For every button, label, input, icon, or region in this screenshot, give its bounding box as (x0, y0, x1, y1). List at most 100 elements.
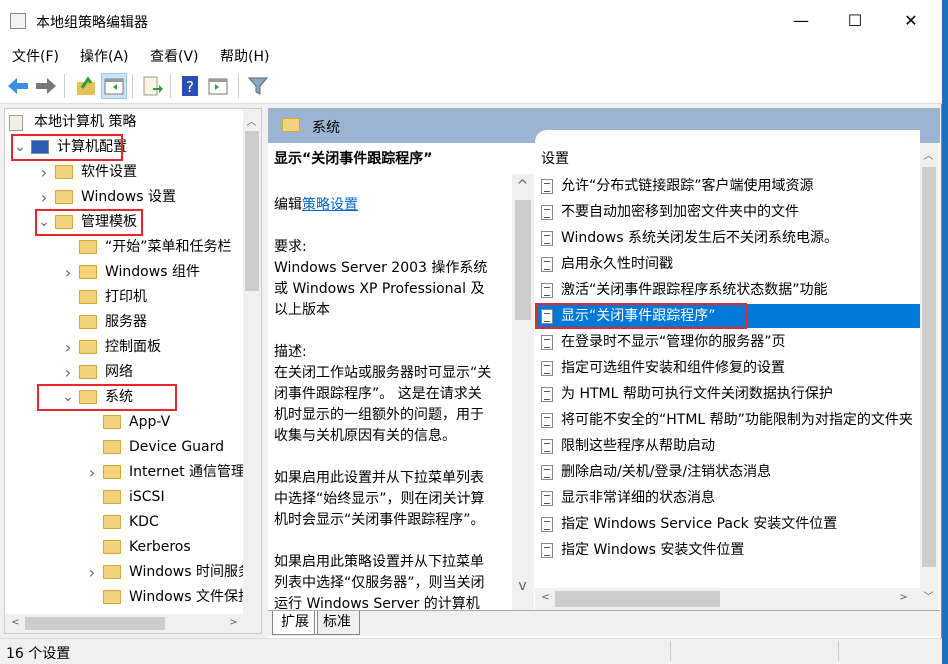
folder-icon (79, 265, 97, 279)
back-icon[interactable] (6, 74, 30, 98)
scroll-thumb[interactable] (25, 617, 165, 630)
setting-row[interactable]: 激活“关闭事件跟踪程序系统状态数据”功能 (537, 278, 920, 302)
forward-icon[interactable] (34, 74, 58, 98)
folder-icon (79, 290, 97, 304)
scroll-down-arrow[interactable]: v (514, 578, 531, 594)
tree-item[interactable]: › Internet 通信管理 (5, 460, 245, 485)
tab-extended[interactable]: 扩展 (272, 611, 318, 635)
scroll-thumb[interactable] (555, 591, 720, 607)
tree-item[interactable]: › Windows 设置 (5, 185, 243, 210)
setting-row[interactable]: Windows 系统关闭发生后不关闭系统电源。 (537, 226, 920, 250)
up-folder-icon[interactable] (74, 74, 98, 98)
settings-list: 设置 允许“分布式链接跟踪”客户端使用域资源 不要自动加密移到加密文件夹中的文件 W… (535, 130, 920, 610)
tree-item[interactable]: 打印机 (5, 285, 243, 310)
list-vertical-scrollbar[interactable]: ︿ ﹀ (920, 143, 938, 610)
menu-view[interactable]: 查看(V) (150, 46, 199, 66)
setting-row[interactable]: 允许“分布式链接跟踪”客户端使用域资源 (537, 174, 920, 198)
chevron-right-icon[interactable]: › (86, 560, 98, 585)
details-pane: 系统 显示“关闭事件跟踪程序” 编辑策略设置 要求: Windows Server… (268, 108, 940, 638)
chevron-right-icon[interactable]: › (38, 160, 50, 185)
tree-item[interactable]: › Windows 时间服务 (5, 560, 252, 585)
chevron-right-icon[interactable]: › (62, 260, 74, 285)
policy-setting-icon (541, 517, 553, 532)
policy-setting-icon (541, 543, 553, 558)
scroll-up-arrow[interactable]: ^ (514, 178, 531, 194)
tree-vertical-scrollbar[interactable]: ︿ (243, 109, 261, 614)
tree-item[interactable]: Windows 文件保护 (5, 585, 252, 610)
toolbar-separator (170, 74, 171, 98)
scroll-left-arrow[interactable]: < (7, 617, 24, 628)
toolbar-separator (132, 74, 133, 98)
scroll-up-arrow[interactable]: ︿ (920, 147, 937, 162)
description-line: 机时显示的一组额外的问题，用于 (274, 407, 484, 423)
status-divider (670, 641, 671, 661)
show-hide-action-pane-icon[interactable] (206, 74, 230, 98)
description-line: 收集与关机原因有关的信息。 (274, 428, 456, 444)
scroll-thumb[interactable] (922, 167, 936, 567)
export-list-icon[interactable] (140, 74, 164, 98)
setting-name: 指定可选组件安装和组件修复的设置 (561, 360, 785, 376)
scroll-thumb[interactable] (245, 131, 259, 291)
column-header-setting[interactable]: 设置 (541, 148, 569, 168)
chevron-right-icon[interactable]: › (86, 460, 98, 485)
close-button[interactable]: ✕ (888, 0, 934, 42)
menu-help[interactable]: 帮助(H) (220, 46, 269, 66)
setting-row[interactable]: 不要自动加密移到加密文件夹中的文件 (537, 200, 920, 224)
tree-item[interactable]: KDC (5, 510, 243, 535)
description-scrollbar[interactable]: ^ v (512, 174, 534, 610)
tree-item[interactable]: › Windows 组件 (5, 260, 243, 285)
setting-row[interactable]: 为 HTML 帮助可执行文件关闭数据执行保护 (537, 382, 920, 406)
setting-row[interactable]: 指定 Windows 安装文件位置 (537, 538, 920, 562)
setting-row[interactable]: 指定 Windows Service Pack 安装文件位置 (537, 512, 920, 536)
scroll-right-arrow[interactable]: > (225, 617, 242, 628)
policy-setting-icon (541, 491, 553, 506)
scroll-left-arrow[interactable]: < (537, 592, 554, 603)
tree-item[interactable]: › 控制面板 (5, 335, 243, 360)
setting-row[interactable]: 启用永久性时间戳 (537, 252, 920, 276)
toolbar: ? (0, 68, 942, 104)
chevron-right-icon[interactable]: › (62, 335, 74, 360)
tree-item[interactable]: 本地计算机 策略 (5, 110, 243, 135)
folder-icon (282, 118, 300, 132)
menu-action[interactable]: 操作(A) (80, 46, 129, 66)
setting-row[interactable]: 删除启动/关机/登录/注销状态消息 (537, 460, 920, 484)
show-hide-tree-icon[interactable] (101, 73, 127, 99)
tab-standard[interactable]: 标准 (314, 611, 360, 635)
help-icon[interactable]: ? (178, 74, 202, 98)
setting-row[interactable]: 显示非常详细的状态消息 (537, 486, 920, 510)
chevron-right-icon[interactable]: › (62, 360, 74, 385)
scroll-right-arrow[interactable]: > (895, 592, 912, 603)
edit-policy-link[interactable]: 策略设置 (302, 197, 358, 213)
scroll-thumb[interactable] (515, 200, 531, 320)
setting-name: 指定 Windows 安装文件位置 (561, 542, 745, 558)
setting-name: 限制这些程序从帮助启动 (561, 438, 715, 454)
tree-item[interactable]: › 软件设置 (5, 160, 243, 185)
minimize-button[interactable]: — (778, 0, 824, 42)
setting-row[interactable]: 在登录时不显示“管理你的服务器”页 (537, 330, 920, 354)
menu-bar: 文件(F) 操作(A) 查看(V) 帮助(H) (0, 42, 942, 68)
tree-item[interactable]: “开始”菜单和任务栏 (5, 235, 243, 260)
scroll-up-arrow[interactable]: ︿ (243, 113, 260, 128)
tree-item[interactable]: Device Guard (5, 435, 243, 460)
setting-row[interactable]: 将可能不安全的“HTML 帮助”功能限制为对指定的文件夹 (537, 408, 920, 432)
tree-item[interactable]: › 网络 (5, 360, 243, 385)
scroll-down-arrow[interactable]: ﹀ (920, 588, 937, 603)
chevron-right-icon[interactable]: › (38, 185, 50, 210)
tree-item[interactable]: Kerberos (5, 535, 243, 560)
list-horizontal-scrollbar[interactable]: < > (535, 588, 920, 610)
tree-item[interactable]: iSCSI (5, 485, 243, 510)
filter-icon[interactable] (246, 74, 270, 98)
setting-row[interactable]: 指定可选组件安装和组件修复的设置 (537, 356, 920, 380)
tree-item[interactable]: App-V (5, 410, 243, 435)
description-line: 在关闭工作站或服务器时可显示“关 (274, 365, 492, 381)
description-line: 要求: (274, 239, 307, 255)
maximize-button[interactable]: ☐ (832, 0, 878, 42)
tree-item-label: 服务器 (105, 314, 147, 330)
setting-name: Windows 系统关闭发生后不关闭系统电源。 (561, 230, 838, 246)
setting-row[interactable]: 限制这些程序从帮助启动 (537, 434, 920, 458)
tree-item[interactable]: 服务器 (5, 310, 243, 335)
tree-horizontal-scrollbar[interactable]: < > (5, 614, 261, 633)
menu-file[interactable]: 文件(F) (12, 46, 59, 66)
setting-name: 显示非常详细的状态消息 (561, 490, 715, 506)
edit-prefix: 编辑 (274, 197, 302, 213)
